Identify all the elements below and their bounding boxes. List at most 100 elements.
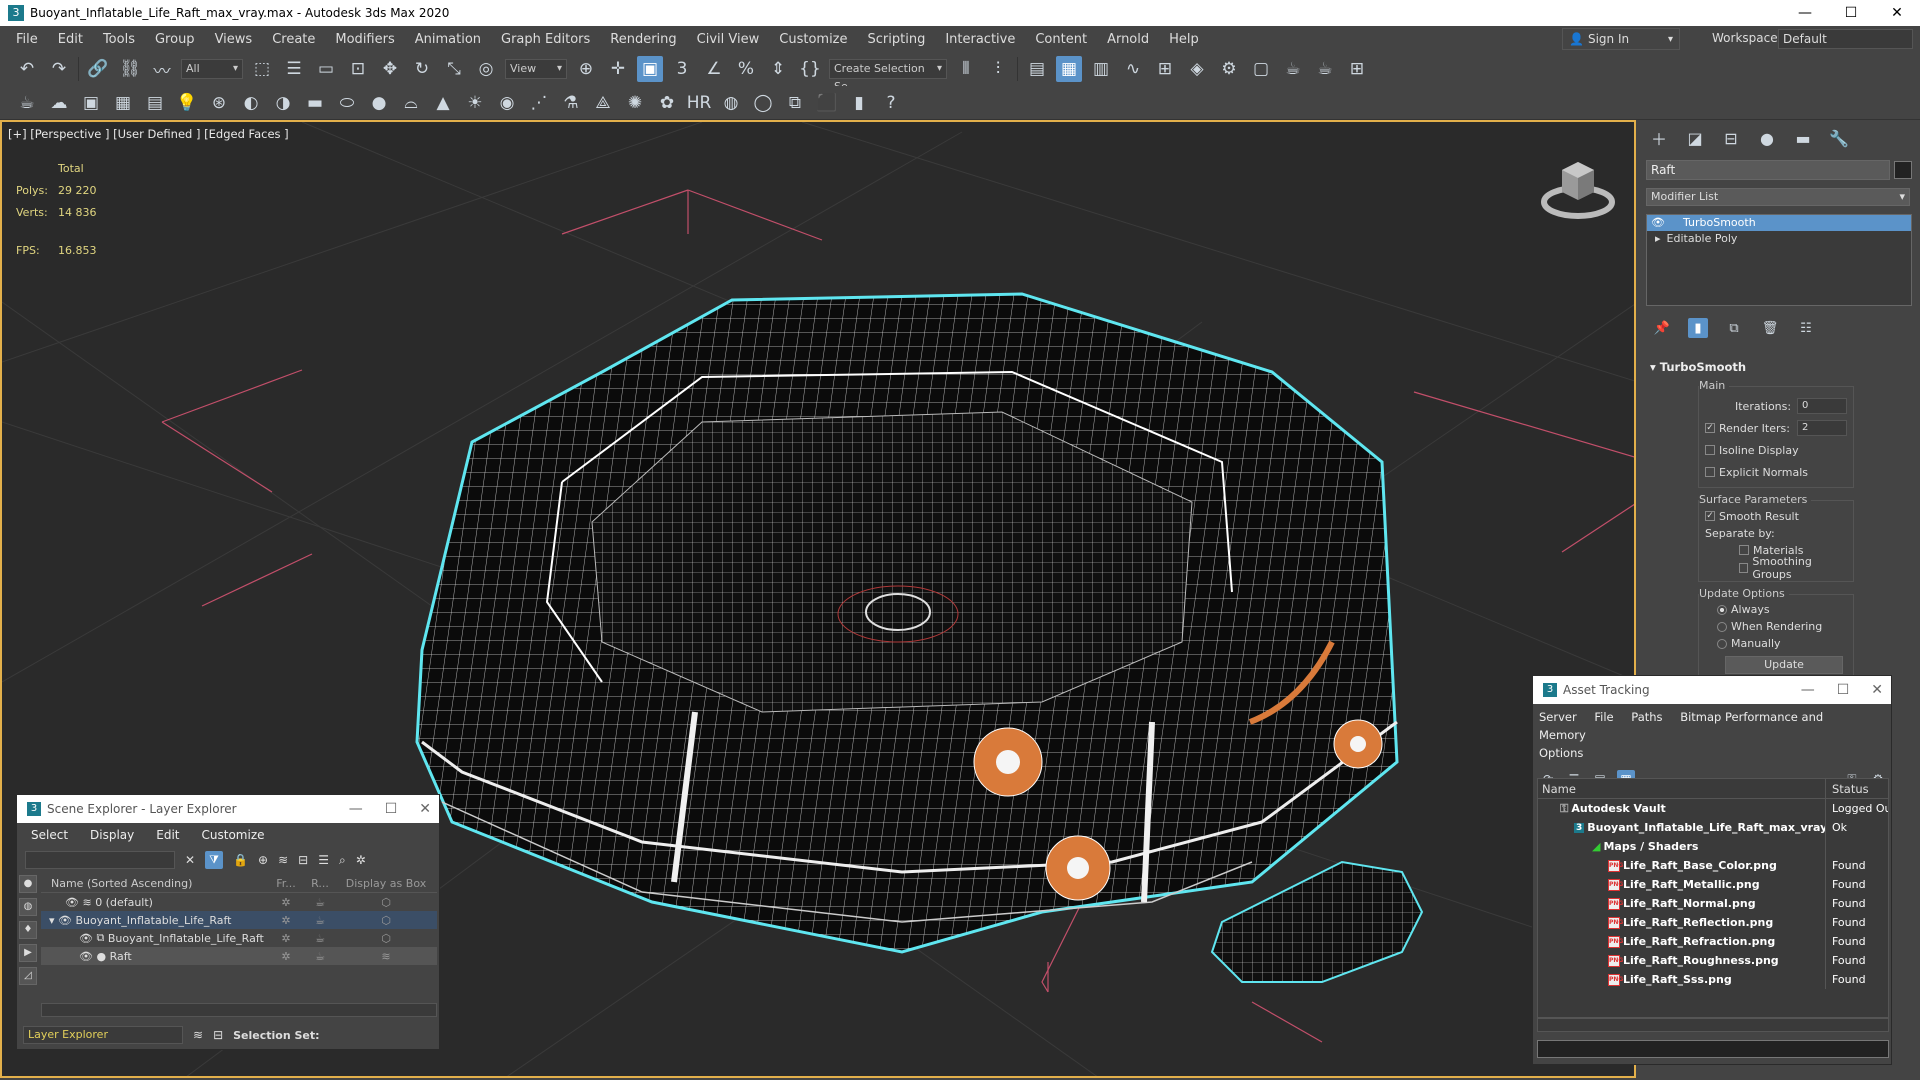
display-geometry-icon[interactable]: ◍ — [19, 898, 37, 916]
update-button[interactable]: Update — [1725, 656, 1843, 674]
named-selection-set-dropdown[interactable]: Create Selection Se — [829, 59, 947, 93]
stack-item-turbosmooth[interactable]: 👁 TurboSmooth — [1647, 215, 1911, 231]
iterations-spinner[interactable]: 0 — [1797, 398, 1847, 414]
settings-icon[interactable]: ✲ — [356, 853, 366, 867]
render-icon[interactable]: ☕ — [303, 896, 337, 909]
materials-checkbox[interactable] — [1739, 545, 1749, 555]
render-iterative-icon[interactable]: ☕ — [1312, 56, 1338, 82]
table-row[interactable]: PNG Life_Raft_Base_Color.png Found — [1538, 856, 1888, 875]
keyboard-shortcut-icon[interactable]: ▣ — [637, 56, 663, 82]
vray-mesh-icon[interactable]: ⌓ — [398, 90, 424, 116]
viewport-label[interactable]: [+] [Perspective ] [User Defined ] [Edge… — [8, 127, 289, 141]
lock-icon[interactable]: 🔒 — [233, 853, 248, 867]
render-icon[interactable]: ☕ — [303, 914, 337, 927]
table-row[interactable]: PNG Life_Raft_Roughness.png Found — [1538, 951, 1888, 970]
menu-display[interactable]: Display — [90, 828, 134, 842]
menu-content[interactable]: Content — [1025, 32, 1097, 47]
eye-icon[interactable]: 👁 — [65, 896, 79, 909]
column-render[interactable]: R... — [303, 877, 337, 890]
vray-scene-converter-icon[interactable]: ⬛ — [814, 90, 840, 116]
box-icon[interactable]: ⬡ — [337, 914, 435, 927]
vray-proxy-icon[interactable]: ⚗ — [558, 90, 584, 116]
vray-lights-icon[interactable]: ⧉ — [782, 90, 808, 116]
smooth-result-checkbox[interactable]: ✓ — [1705, 511, 1715, 521]
maximize-icon[interactable]: ☐ — [385, 795, 398, 823]
minimize-icon[interactable]: — — [1801, 676, 1815, 704]
light-lister-icon[interactable]: 💡 — [174, 90, 200, 116]
eye-icon[interactable]: 👁 — [58, 914, 72, 927]
configure-sets-icon[interactable]: ☷ — [1796, 318, 1816, 338]
vray-sphere-fade-icon[interactable]: ⟁ — [590, 90, 616, 116]
schematic-view-icon[interactable]: ⊞ — [1152, 56, 1178, 82]
freeze-icon[interactable]: ✲ — [269, 914, 303, 927]
smoothing-groups-checkbox[interactable] — [1739, 563, 1749, 573]
show-end-result-icon[interactable]: ▮ — [1688, 318, 1708, 338]
vray-frame-buffer-icon[interactable]: ⊛ — [206, 90, 232, 116]
always-radio[interactable] — [1717, 604, 1727, 615]
rect-selection-icon[interactable]: ▭ — [313, 56, 339, 82]
object-color-swatch[interactable] — [1894, 161, 1912, 179]
vray-ambient-icon[interactable]: ◉ — [494, 90, 520, 116]
menu-create[interactable]: Create — [262, 32, 325, 47]
menu-views[interactable]: Views — [205, 32, 263, 47]
list-item[interactable]: 👁 ● Raft ✲ ☕ ≋ — [41, 947, 437, 965]
list-item[interactable]: 👁 ⧉ Buoyant_Inflatable_Life_Raft ✲ ☕ ⬡ — [41, 929, 437, 947]
remove-modifier-icon[interactable]: 🗑 — [1760, 318, 1780, 338]
render-setup-icon[interactable]: ⚙ — [1216, 56, 1242, 82]
hierarchy-tab-icon[interactable]: ⊟ — [1718, 125, 1744, 151]
select-by-name-icon[interactable]: ☰ — [281, 56, 307, 82]
rollout-title[interactable]: ▾ TurboSmooth — [1644, 360, 1914, 376]
menu-animation[interactable]: Animation — [405, 32, 491, 47]
vray-hdr-icon[interactable]: HR — [686, 90, 712, 116]
menu-arnold[interactable]: Arnold — [1097, 32, 1159, 47]
workspaces-select[interactable]: Default — [1778, 29, 1913, 49]
menu-tools[interactable]: Tools — [93, 32, 145, 47]
table-row[interactable]: PNG Life_Raft_Metallic.png Found — [1538, 875, 1888, 894]
when-rendering-radio[interactable] — [1717, 621, 1727, 632]
render-grid-icon[interactable]: ⊞ — [1344, 56, 1370, 82]
list-item[interactable]: ▾ 👁 Buoyant_Inflatable_Life_Raft ✲ ☕ ⬡ — [41, 911, 437, 929]
table-row[interactable]: ⚿ Autodesk Vault Logged Ou — [1538, 799, 1888, 818]
help-icon[interactable]: ? — [878, 90, 904, 116]
link-icon[interactable]: 🔗 — [85, 56, 111, 82]
vray-sun-icon[interactable]: ☀ — [462, 90, 488, 116]
eye-icon[interactable]: 👁 — [79, 932, 93, 945]
make-unique-icon[interactable]: ⧉ — [1724, 318, 1744, 338]
select-object-icon[interactable]: ⬚ — [249, 56, 275, 82]
menu-interactive[interactable]: Interactive — [935, 32, 1025, 47]
search-input[interactable] — [25, 851, 175, 869]
object-name-field[interactable]: Raft — [1646, 160, 1890, 180]
vray-render-icon[interactable]: ◐ — [238, 90, 264, 116]
path-input[interactable] — [1537, 1040, 1889, 1058]
layer-explorer-icon[interactable]: ▦ — [1056, 56, 1082, 82]
stack-item-editable-poly[interactable]: ▸ Editable Poly — [1647, 231, 1911, 247]
percent-snap-icon[interactable]: % — [733, 56, 759, 82]
column-display-as-box[interactable]: Display as Box — [337, 877, 435, 890]
menu-select[interactable]: Select — [31, 828, 68, 842]
menu-group[interactable]: Group — [145, 32, 205, 47]
pivot-center-icon[interactable]: ⊕ — [573, 56, 599, 82]
vray-dome-icon[interactable]: ⬭ — [334, 90, 360, 116]
horizontal-scrollbar[interactable] — [1537, 1018, 1889, 1032]
table-row[interactable]: PNG Life_Raft_Sss.png Found — [1538, 970, 1888, 989]
menu-paths[interactable]: Paths — [1631, 710, 1662, 724]
column-freeze[interactable]: Fr... — [269, 877, 303, 890]
close-icon[interactable]: ✕ — [419, 795, 431, 823]
window-crossing-icon[interactable]: ⊡ — [345, 56, 371, 82]
vray-plants-icon[interactable]: ✿ — [654, 90, 680, 116]
menu-help[interactable]: Help — [1159, 32, 1209, 47]
render-icon[interactable]: ☕ — [303, 932, 337, 945]
align-icon[interactable]: ⫶ — [985, 56, 1011, 82]
curve-editor-icon[interactable]: ∿ — [1120, 56, 1146, 82]
clear-search-icon[interactable]: ✕ — [185, 853, 195, 867]
cloud-icon[interactable]: ☁ — [46, 90, 72, 116]
ribbon-toggle-icon[interactable]: ▥ — [1088, 56, 1114, 82]
spinner-snap-icon[interactable]: ⇕ — [765, 56, 791, 82]
table-row[interactable]: ◢ Maps / Shaders — [1538, 837, 1888, 856]
minimize-icon[interactable]: — — [1782, 0, 1828, 26]
table-icon[interactable]: ▤ — [142, 90, 168, 116]
menu-customize[interactable]: Customize — [769, 32, 857, 47]
scale-icon[interactable]: ⤡ — [441, 56, 467, 82]
box-icon[interactable]: ⬡ — [337, 932, 435, 945]
modify-tab-icon[interactable]: ◪ — [1682, 125, 1708, 151]
